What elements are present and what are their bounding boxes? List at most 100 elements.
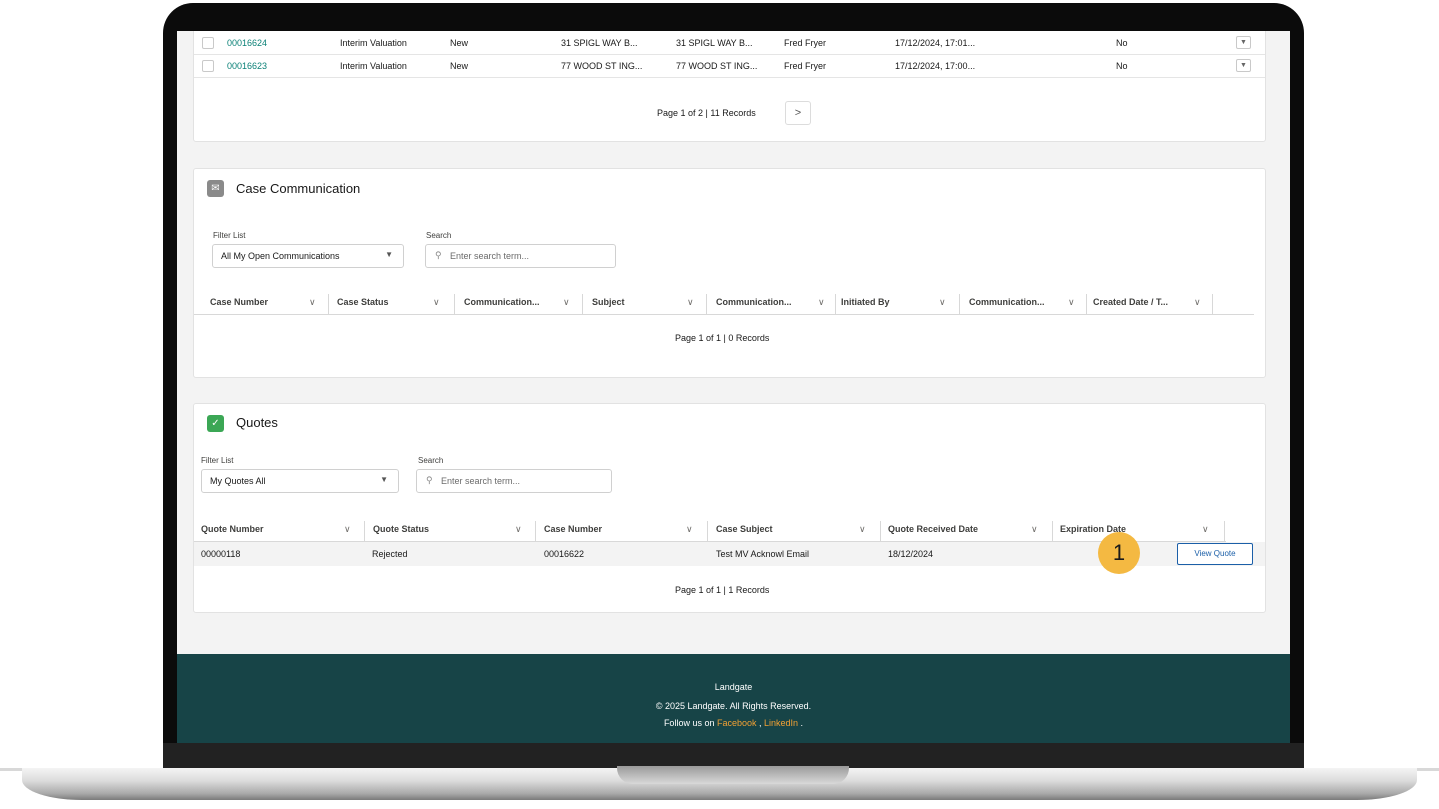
column-divider bbox=[328, 294, 329, 314]
column-divider bbox=[706, 294, 707, 314]
chevron-down-icon[interactable]: ∨ bbox=[563, 290, 570, 314]
case-address: 77 WOOD ST ING... bbox=[561, 61, 643, 71]
case-date: 17/12/2024, 17:00... bbox=[895, 61, 976, 71]
case-owner: Fred Fryer bbox=[784, 61, 827, 71]
chevron-down-icon[interactable]: ∨ bbox=[344, 517, 351, 541]
caret-down-icon: ▼ bbox=[385, 250, 393, 259]
filter-list-value: My Quotes All bbox=[210, 476, 266, 486]
column-header[interactable]: Communication... bbox=[716, 290, 792, 314]
quote-number: 00000118 bbox=[201, 549, 241, 559]
chevron-down-icon[interactable]: ∨ bbox=[433, 290, 440, 314]
footer-social: Follow us on Facebook , LinkedIn . bbox=[177, 718, 1290, 728]
column-header[interactable]: Quote Number bbox=[201, 517, 264, 541]
case-flag: No bbox=[1116, 38, 1128, 48]
chevron-down-icon[interactable]: ∨ bbox=[1068, 290, 1075, 314]
quote-status: Rejected bbox=[372, 549, 408, 559]
column-header[interactable]: Case Status bbox=[337, 290, 389, 314]
chevron-down-icon[interactable]: ∨ bbox=[515, 517, 522, 541]
chevron-down-icon[interactable]: ∨ bbox=[686, 517, 693, 541]
filter-list-value: All My Open Communications bbox=[221, 251, 340, 261]
quotes-card: ✓ Quotes Filter List My Quotes All ▼ Sea… bbox=[193, 403, 1266, 613]
filter-list-select[interactable]: All My Open Communications ▼ bbox=[212, 244, 404, 268]
chevron-down-icon[interactable]: ∨ bbox=[939, 290, 946, 314]
step-marker-badge: 1 bbox=[1098, 532, 1140, 574]
search-icon: ⚲ bbox=[435, 250, 442, 260]
search-placeholder: Enter search term... bbox=[450, 251, 530, 261]
chevron-down-icon[interactable]: ∨ bbox=[1202, 517, 1209, 541]
card-title: Quotes bbox=[236, 415, 278, 430]
linkedin-link[interactable]: LinkedIn bbox=[764, 718, 798, 728]
column-divider bbox=[1052, 521, 1053, 541]
search-icon: ⚲ bbox=[426, 475, 433, 485]
follow-text: Follow us on bbox=[663, 718, 717, 728]
column-header[interactable]: Subject bbox=[592, 290, 625, 314]
pagination-text: Page 1 of 1 | 1 Records bbox=[675, 585, 770, 595]
table-header: Quote Number ∨ Quote Status ∨ Case Numbe… bbox=[194, 517, 1226, 542]
column-divider bbox=[582, 294, 583, 314]
column-divider bbox=[1086, 294, 1087, 314]
filter-list-select[interactable]: My Quotes All ▼ bbox=[201, 469, 399, 493]
card-title: Case Communication bbox=[236, 181, 361, 196]
pagination-text: Page 1 of 2 | 11 Records bbox=[657, 108, 756, 118]
case-owner: Fred Fryer bbox=[784, 38, 827, 48]
column-header[interactable]: Communication... bbox=[464, 290, 540, 314]
next-page-button[interactable]: > bbox=[785, 101, 811, 125]
column-divider bbox=[1212, 294, 1213, 314]
communication-icon: ✉ bbox=[207, 180, 224, 197]
column-header[interactable]: Quote Status bbox=[373, 517, 429, 541]
column-header[interactable]: Case Number bbox=[210, 290, 268, 314]
case-type: Interim Valuation bbox=[340, 61, 407, 71]
search-input[interactable]: ⚲ Enter search term... bbox=[416, 469, 612, 493]
row-checkbox[interactable] bbox=[202, 37, 214, 49]
column-header[interactable]: Communication... bbox=[969, 290, 1045, 314]
column-divider bbox=[364, 521, 365, 541]
column-header[interactable]: Case Subject bbox=[716, 517, 773, 541]
facebook-link[interactable]: Facebook bbox=[717, 718, 757, 728]
cases-table-card: 00016624 Interim Valuation New 31 SPIGL … bbox=[193, 31, 1266, 142]
case-subject: Test MV Acknowl Email bbox=[716, 549, 810, 559]
column-header[interactable]: Initiated By bbox=[841, 290, 890, 314]
case-address-2: 31 SPIGL WAY B... bbox=[676, 38, 753, 48]
caret-down-icon: ▼ bbox=[380, 475, 388, 484]
table-row[interactable]: 00016624 Interim Valuation New 31 SPIGL … bbox=[194, 32, 1265, 55]
site-footer: Landgate © 2025 Landgate. All Rights Res… bbox=[177, 654, 1290, 743]
case-address: 31 SPIGL WAY B... bbox=[561, 38, 638, 48]
column-divider bbox=[535, 521, 536, 541]
row-action-dropdown[interactable]: ▼ bbox=[1236, 36, 1251, 49]
app-screen: 00016624 Interim Valuation New 31 SPIGL … bbox=[177, 31, 1290, 743]
column-header[interactable]: Quote Received Date bbox=[888, 517, 978, 541]
column-divider bbox=[835, 294, 836, 314]
quote-received-date: 18/12/2024 bbox=[888, 549, 934, 559]
case-number: 00016622 bbox=[544, 549, 585, 559]
column-divider bbox=[707, 521, 708, 541]
row-checkbox[interactable] bbox=[202, 60, 214, 72]
pagination-text: Page 1 of 1 | 0 Records bbox=[675, 333, 770, 343]
column-divider bbox=[454, 294, 455, 314]
table-row[interactable]: 00016623 Interim Valuation New 77 WOOD S… bbox=[194, 55, 1265, 78]
search-input[interactable]: ⚲ Enter search term... bbox=[425, 244, 616, 268]
separator: , bbox=[756, 718, 765, 728]
search-label: Search bbox=[418, 456, 444, 465]
case-number-link[interactable]: 00016623 bbox=[227, 61, 267, 71]
case-number-link[interactable]: 00016624 bbox=[227, 38, 267, 48]
view-quote-button[interactable]: View Quote bbox=[1177, 543, 1253, 565]
case-status: New bbox=[450, 38, 469, 48]
table-header: Case Number ∨ Case Status ∨ Communicatio… bbox=[194, 290, 1254, 315]
case-status: New bbox=[450, 61, 469, 71]
search-label: Search bbox=[426, 231, 452, 240]
footer-brand: Landgate bbox=[714, 682, 753, 692]
chevron-down-icon[interactable]: ∨ bbox=[687, 290, 694, 314]
row-action-dropdown[interactable]: ▼ bbox=[1236, 59, 1251, 72]
quote-tag-icon: ✓ bbox=[207, 415, 224, 432]
case-flag: No bbox=[1116, 61, 1128, 71]
column-divider bbox=[1224, 521, 1225, 541]
column-header[interactable]: Case Number bbox=[544, 517, 602, 541]
chevron-down-icon[interactable]: ∨ bbox=[1194, 290, 1201, 314]
chevron-down-icon[interactable]: ∨ bbox=[818, 290, 825, 314]
chevron-down-icon[interactable]: ∨ bbox=[1031, 517, 1038, 541]
case-communication-card: ✉ Case Communication Filter List All My … bbox=[193, 168, 1266, 378]
filter-list-label: Filter List bbox=[213, 231, 246, 240]
chevron-down-icon[interactable]: ∨ bbox=[309, 290, 316, 314]
chevron-down-icon[interactable]: ∨ bbox=[859, 517, 866, 541]
column-header[interactable]: Created Date / T... bbox=[1093, 290, 1168, 314]
